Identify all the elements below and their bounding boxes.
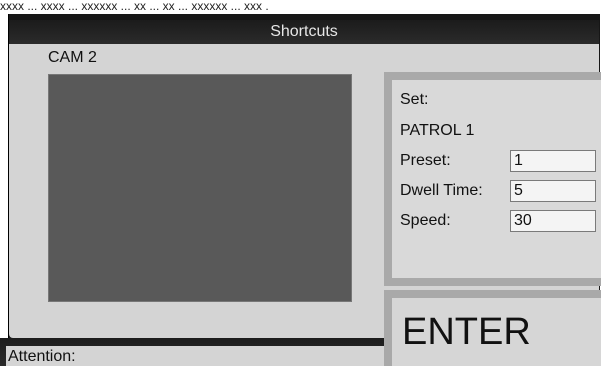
patrol-name: PATROL 1 (400, 122, 475, 139)
preset-label: Preset: (400, 152, 451, 169)
dwell-time-field[interactable]: 5 (510, 180, 596, 202)
speed-field[interactable]: 30 (510, 210, 596, 232)
camera-label: CAM 2 (48, 49, 97, 66)
window-title: Shortcuts (9, 20, 599, 44)
attention-label: Attention: (6, 346, 386, 366)
dwell-time-label: Dwell Time: (400, 182, 483, 199)
patrol-panel-body (392, 80, 601, 278)
speed-label: Speed: (400, 212, 451, 229)
preset-field[interactable]: 1 (510, 150, 596, 172)
top-caption: xxxx ... xxxx ... xxxxxx ... xx ... xx .… (0, 0, 601, 15)
set-label: Set: (400, 91, 429, 108)
enter-button[interactable]: ENTER (392, 298, 601, 366)
camera-video-pane[interactable] (48, 74, 352, 302)
